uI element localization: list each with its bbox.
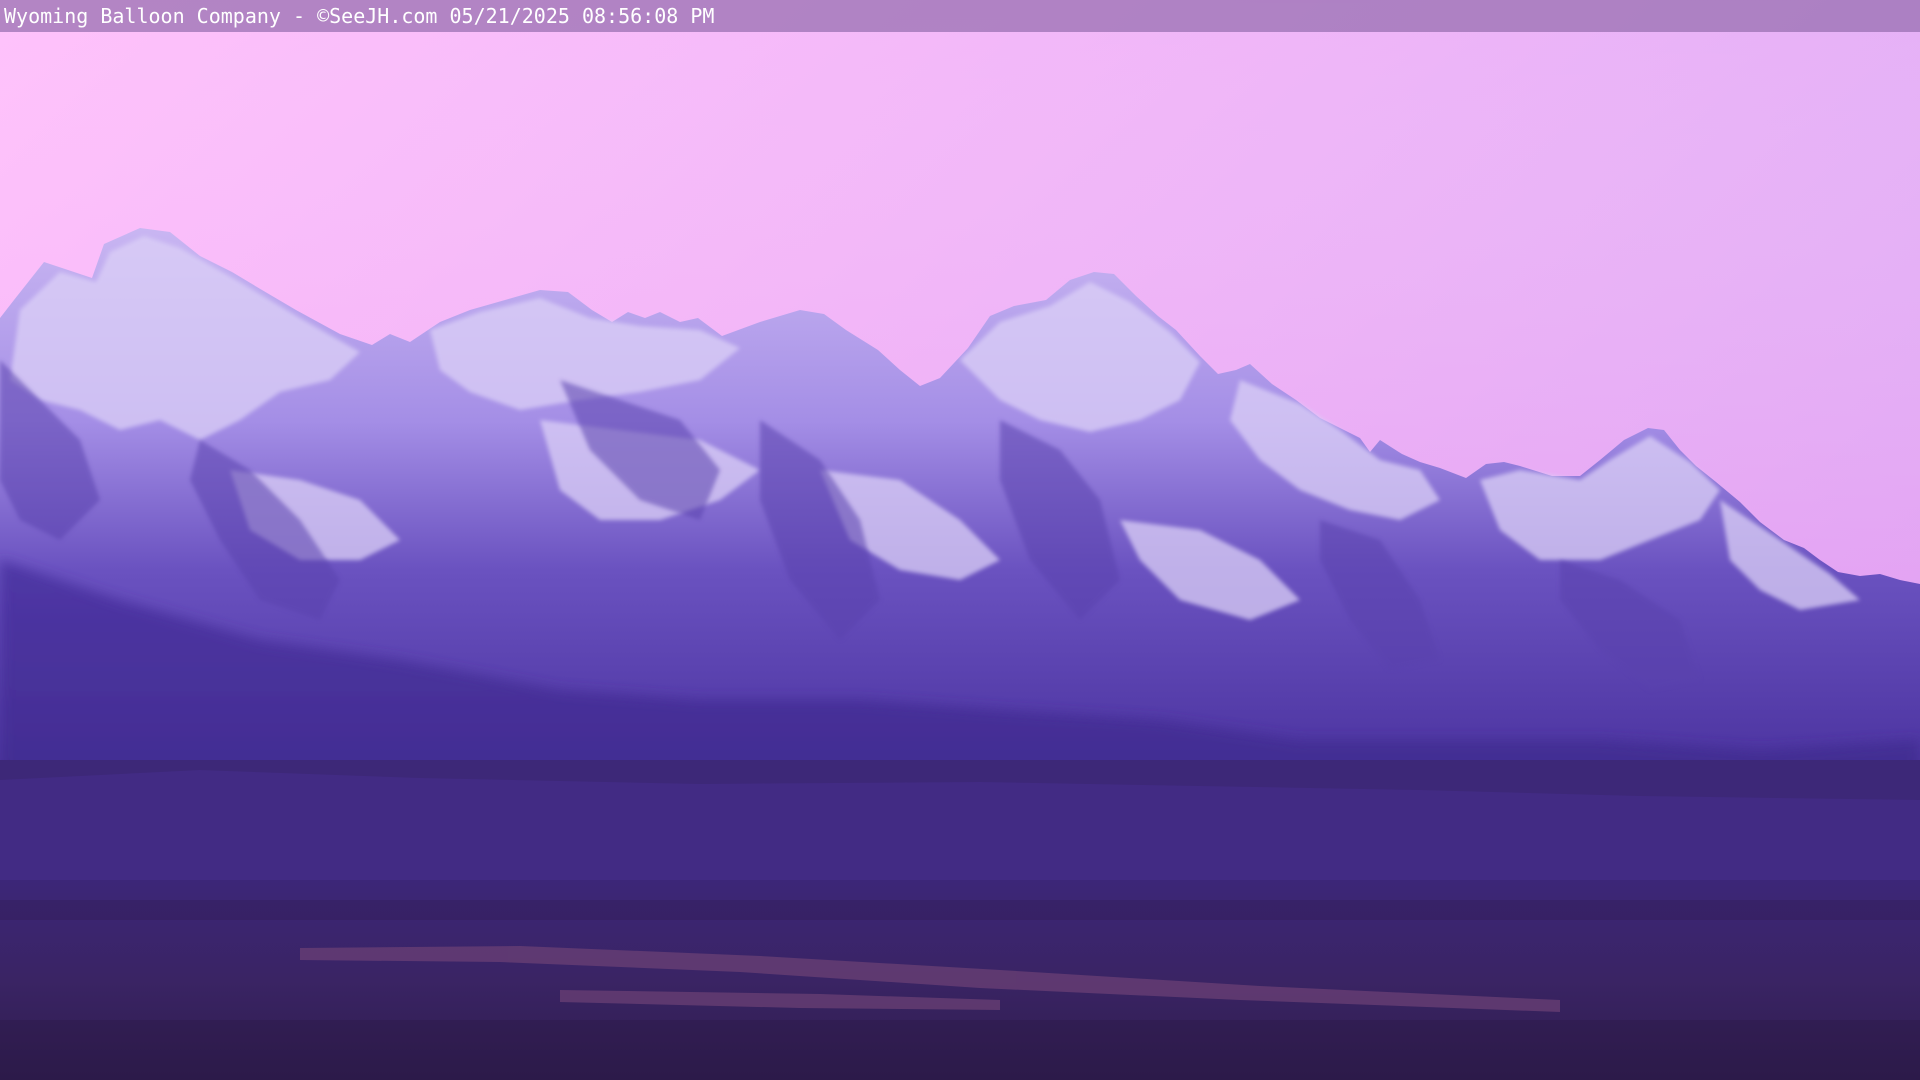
webcam-frame: Wyoming Balloon Company - ©SeeJH.com 05/… — [0, 0, 1920, 1080]
timestamp-caption: Wyoming Balloon Company - ©SeeJH.com 05/… — [4, 4, 715, 28]
timestamp-overlay-bar: Wyoming Balloon Company - ©SeeJH.com 05/… — [0, 0, 1920, 32]
mountain-landscape-image — [0, 0, 1920, 1080]
